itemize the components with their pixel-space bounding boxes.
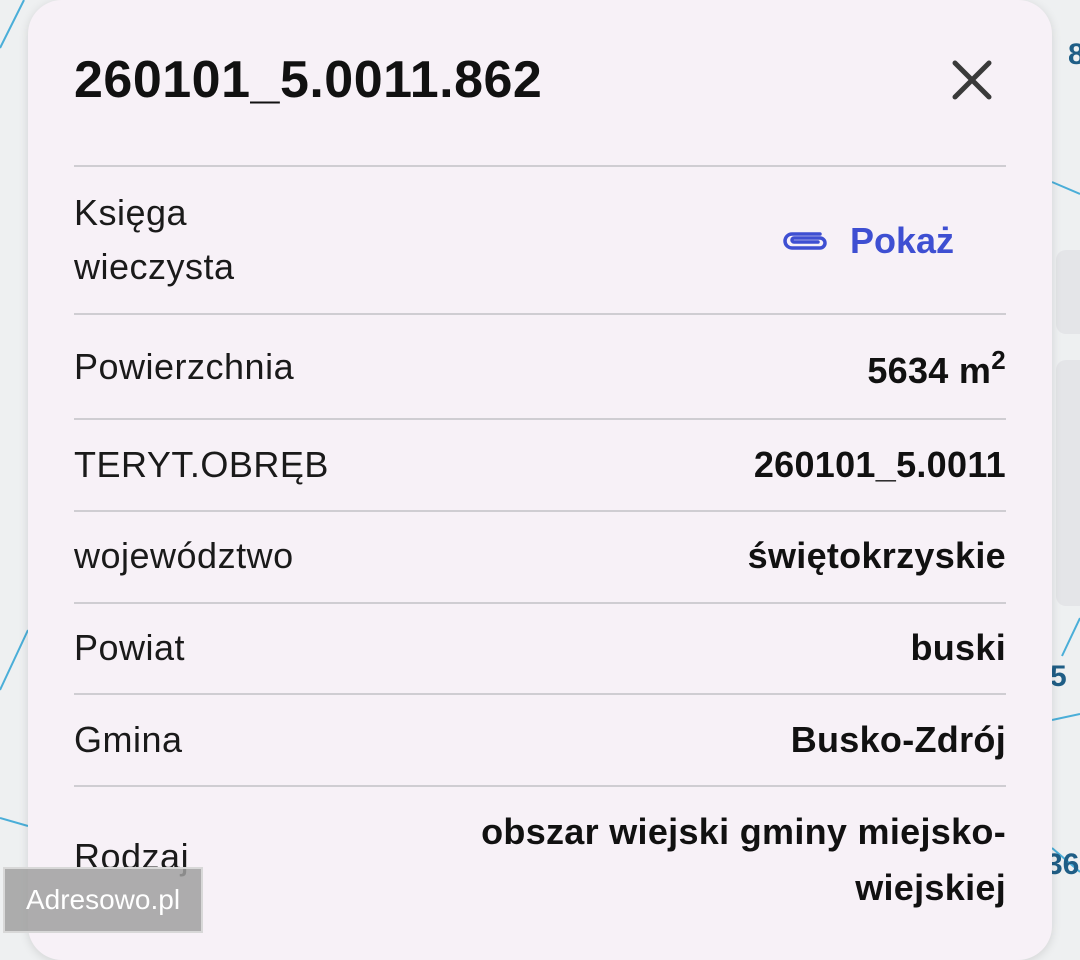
row-value-teryt: 260101_5.0011 xyxy=(753,444,1006,485)
divider xyxy=(74,165,1006,167)
row-value-wojewodztwo: świętokrzyskie xyxy=(747,535,1006,576)
unit-exponent: 2 xyxy=(991,345,1006,375)
show-land-register-link[interactable]: Pokaż xyxy=(780,214,954,268)
parcel-boundary xyxy=(0,0,25,49)
map-parcel-number: 5 xyxy=(1050,660,1067,693)
paperclip-icon xyxy=(783,232,827,250)
row-value-rodzaj: obszar wiejski gminy miejsko- wiejskiej xyxy=(386,804,1006,916)
row-value-gmina: Busko-Zdrój xyxy=(790,719,1006,760)
close-button[interactable] xyxy=(944,52,1000,108)
row-label-powiat: Powiat xyxy=(74,627,186,668)
parcel-info-sheet: 260101_5.0011.862 Księga wieczysta Pokaż… xyxy=(28,0,1052,960)
parcel-boundary xyxy=(1051,181,1080,195)
divider xyxy=(74,510,1006,512)
parcel-boundary xyxy=(0,629,29,691)
row-value-powierzchnia: 5634 m2 xyxy=(867,344,1006,398)
row-label-wojewodztwo: województwo xyxy=(74,535,294,576)
parcel-boundary xyxy=(1051,713,1080,721)
divider xyxy=(74,785,1006,787)
divider xyxy=(74,418,1006,420)
row-label-powierzchnia: Powierzchnia xyxy=(74,346,295,387)
parcel-title: 260101_5.0011.862 xyxy=(74,51,543,109)
row-label-ksiega: Księga wieczysta xyxy=(74,186,235,294)
area-value: 5634 m xyxy=(867,350,992,391)
value-line: wiejskiej xyxy=(855,867,1006,908)
parcel-boundary xyxy=(1061,617,1080,657)
divider xyxy=(74,313,1006,315)
row-label-gmina: Gmina xyxy=(74,719,183,760)
close-icon xyxy=(952,60,992,100)
value-line: obszar wiejski gminy miejsko- xyxy=(481,811,1006,852)
show-link-label: Pokaż xyxy=(850,220,955,261)
divider xyxy=(74,602,1006,604)
watermark: Adresowo.pl xyxy=(3,867,203,933)
label-line: Księga xyxy=(74,192,188,233)
parcel-boundary xyxy=(0,817,29,827)
row-label-teryt: TERYT.OBRĘB xyxy=(74,444,329,485)
divider xyxy=(74,693,1006,695)
label-line: wieczysta xyxy=(74,246,235,287)
row-value-powiat: buski xyxy=(910,627,1006,668)
map-parcel-number: 8 xyxy=(1068,38,1080,71)
map-control[interactable] xyxy=(1056,250,1080,334)
map-control[interactable] xyxy=(1056,360,1080,606)
